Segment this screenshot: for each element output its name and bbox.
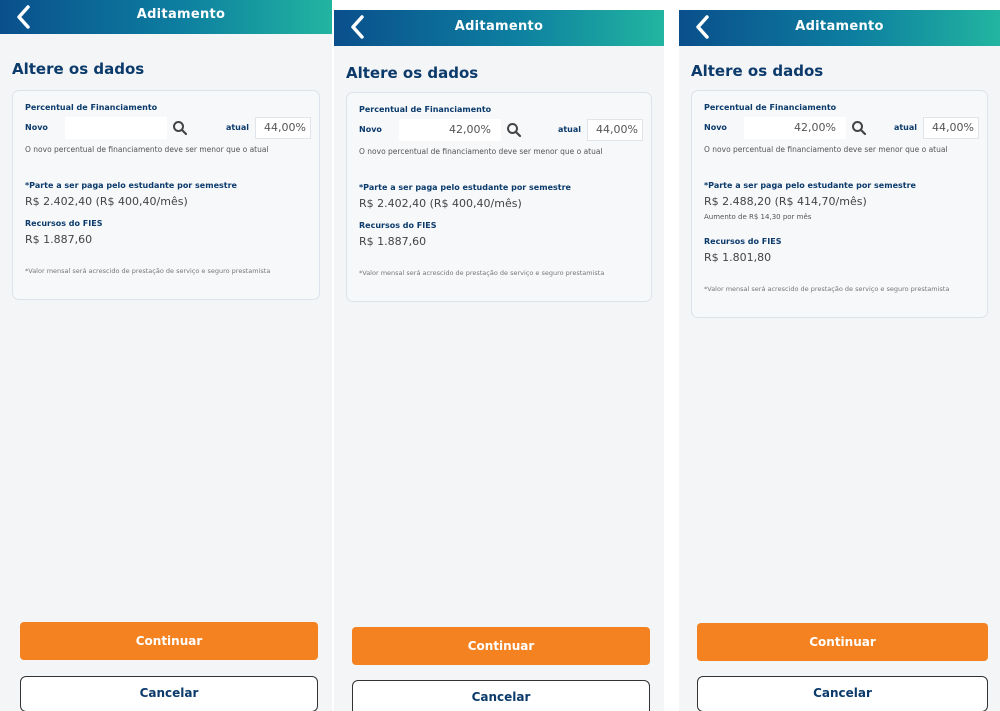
novo-input[interactable]: 42,00% [744,117,846,139]
search-button[interactable] [171,119,189,137]
footnote: *Valor mensal será acrescido de prestaçã… [359,269,605,277]
recursos-value: R$ 1.887,60 [25,233,93,246]
financing-card: Percentual de Financiamento Novo atual 4… [12,90,320,300]
search-button[interactable] [850,119,868,137]
financing-card: Percentual de Financiamento Novo 42,00% … [346,92,652,302]
novo-label: Novo [704,123,727,132]
parte-label: *Parte a ser paga pelo estudante por sem… [359,183,571,192]
parte-value: R$ 2.402,40 (R$ 400,40/mês) [359,197,522,210]
app-header: Aditamento [0,0,332,34]
search-icon [852,121,867,136]
atual-label: atual [225,123,249,132]
search-icon [173,121,188,136]
page-heading: Altere os dados [691,62,824,80]
section-label: Percentual de Financiamento [25,103,158,112]
parte-label: *Parte a ser paga pelo estudante por sem… [25,181,237,190]
novo-label: Novo [25,123,48,132]
atual-value: 44,00% [587,119,643,141]
continue-button[interactable]: Continuar [20,622,318,660]
atual-label: atual [557,125,581,134]
header-title: Aditamento [795,19,884,34]
footnote: *Valor mensal será acrescido de prestaçã… [25,267,271,275]
header-title: Aditamento [454,19,544,34]
novo-label: Novo [359,125,382,134]
section-label: Percentual de Financiamento [704,103,837,112]
app-header: Aditamento [334,10,664,46]
recursos-label: Recursos do FIES [25,219,103,228]
header-title: Aditamento [136,7,226,22]
recursos-label: Recursos do FIES [359,221,437,230]
info-note: O novo percentual de financiamento deve … [704,145,948,154]
atual-label: atual [893,123,917,132]
info-note: O novo percentual de financiamento deve … [359,147,603,156]
page-heading: Altere os dados [346,64,479,82]
percent-row: Novo 42,00% atual 44,00% [704,117,979,139]
search-icon [507,123,522,138]
screen-1: Aditamento Altere os dados Percentual de… [0,0,332,711]
app-header: Aditamento [679,10,1000,46]
atual-value: 44,00% [255,117,311,139]
cancel-button[interactable]: Cancelar [20,676,318,711]
continue-button[interactable]: Continuar [697,623,988,661]
footnote: *Valor mensal será acrescido de prestaçã… [704,285,950,293]
novo-input[interactable]: 42,00% [399,119,501,141]
section-label: Percentual de Financiamento [359,105,492,114]
parte-label: *Parte a ser paga pelo estudante por sem… [704,181,916,190]
info-note: O novo percentual de financiamento deve … [25,145,269,154]
search-button[interactable] [505,121,523,139]
recursos-value: R$ 1.887,60 [359,235,427,248]
parte-value: R$ 2.402,40 (R$ 400,40/mês) [25,195,188,208]
recursos-label: Recursos do FIES [704,237,782,246]
parte-value: R$ 2.488,20 (R$ 414,70/mês) [704,195,867,208]
screen-2: Aditamento Altere os dados Percentual de… [334,10,664,711]
atual-value: 44,00% [923,117,979,139]
cancel-button[interactable]: Cancelar [352,680,650,711]
percent-row: Novo atual 44,00% [25,117,311,139]
percent-row: Novo 42,00% atual 44,00% [359,119,643,141]
recursos-value: R$ 1.801,80 [704,251,772,264]
continue-button[interactable]: Continuar [352,627,650,665]
page-heading: Altere os dados [12,60,145,78]
cancel-button[interactable]: Cancelar [697,676,988,711]
aumento-text: Aumento de R$ 14,30 por mês [704,213,812,221]
novo-input[interactable] [65,117,167,139]
screen-3: Aditamento Altere os dados Percentual de… [679,10,1000,711]
financing-card: Percentual de Financiamento Novo 42,00% … [691,90,988,318]
